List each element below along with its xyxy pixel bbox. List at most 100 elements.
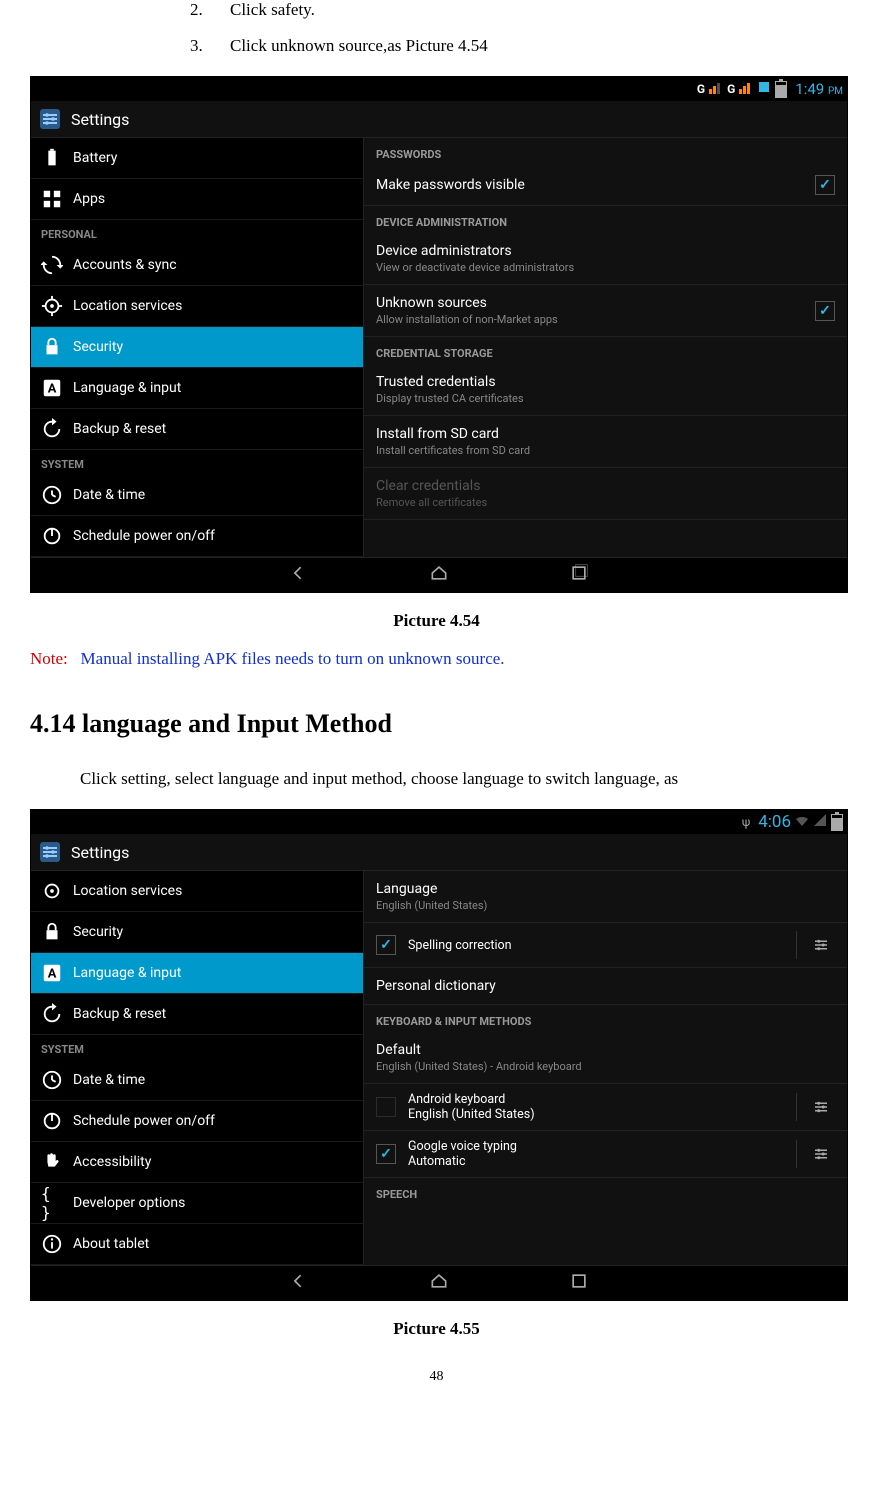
settings-icon [37, 106, 63, 132]
recent-button[interactable] [569, 1271, 589, 1295]
svg-text:A: A [48, 382, 57, 397]
row-default[interactable]: DefaultEnglish (United States) - Android… [364, 1032, 847, 1084]
sidebar-item-datetime[interactable]: Date & time [31, 475, 363, 516]
sidebar-label: Schedule power on/off [73, 528, 215, 544]
settings-content: PASSWORDS Make passwords visible DEVICE … [364, 138, 847, 557]
section-heading: 4.14 language and Input Method [30, 709, 843, 739]
sliders-icon[interactable] [796, 931, 835, 959]
a-icon: A [41, 377, 63, 399]
sidebar-item-accounts[interactable]: Accounts & sync [31, 245, 363, 286]
screenshot-security: G G 1:49 PM Settings Battery [30, 76, 848, 593]
signal-bars-icon [709, 80, 723, 98]
sidebar-item-developer[interactable]: { } Developer options [31, 1183, 363, 1224]
clock-icon [41, 1069, 63, 1091]
recent-button[interactable] [569, 563, 589, 587]
sidebar-item-backup[interactable]: Backup & reset [31, 994, 363, 1035]
svg-text:A: A [48, 967, 57, 982]
note-body: Manual installing APK files needs to tur… [81, 649, 505, 668]
back-button[interactable] [289, 1271, 309, 1295]
row-unknown-sources[interactable]: Unknown sourcesAllow installation of non… [364, 285, 847, 337]
sidebar-label: Location services [73, 883, 182, 899]
sidebar-item-security[interactable]: Security [31, 912, 363, 953]
language-paragraph: Click setting, select language and input… [80, 769, 843, 789]
settings-content: LanguageEnglish (United States) Spelling… [364, 871, 847, 1265]
sidebar-item-location[interactable]: Location services [31, 871, 363, 912]
caption-1: Picture 4.54 [30, 611, 843, 631]
app-header: Settings [31, 834, 847, 871]
row-google-voice[interactable]: Google voice typingAutomatic [364, 1131, 847, 1178]
target-icon [41, 295, 63, 317]
sidebar-item-security[interactable]: Security [31, 327, 363, 368]
sidebar-item-datetime[interactable]: Date & time [31, 1060, 363, 1101]
home-button[interactable] [429, 563, 449, 587]
sidebar-item-language[interactable]: A Language & input [31, 368, 363, 409]
note-label: Note: [30, 649, 68, 668]
backup-icon [41, 1003, 63, 1025]
settings-icon [37, 839, 63, 865]
power-icon [41, 1110, 63, 1132]
sync-icon [41, 254, 63, 276]
app-title: Settings [71, 843, 129, 862]
wifi-icon [795, 813, 809, 831]
page-number: 48 [30, 1369, 843, 1385]
sidebar-category: SYSTEM [31, 1035, 363, 1060]
category-speech: SPEECH [364, 1178, 847, 1205]
sidebar-label: Security [73, 339, 123, 355]
row-passwords-visible[interactable]: Make passwords visible [364, 165, 847, 206]
sidebar-label: Location services [73, 298, 182, 314]
checkbox-icon[interactable] [376, 1144, 396, 1164]
sliders-icon[interactable] [796, 1140, 835, 1168]
checkbox-icon[interactable] [376, 935, 396, 955]
row-personal-dict[interactable]: Personal dictionary [364, 968, 847, 1005]
sidebar-label: Backup & reset [73, 1006, 166, 1022]
row-device-admins[interactable]: Device administratorsView or deactivate … [364, 233, 847, 285]
sidebar-label: Schedule power on/off [73, 1113, 215, 1129]
sidebar-label: Apps [73, 191, 105, 207]
sliders-icon[interactable] [796, 1093, 835, 1121]
row-clear-creds: Clear credentialsRemove all certificates [364, 468, 847, 520]
sidebar-category: SYSTEM [31, 450, 363, 475]
lock-icon [41, 921, 63, 943]
lock-icon [41, 336, 63, 358]
sidebar-item-location[interactable]: Location services [31, 286, 363, 327]
sidebar-item-schedule[interactable]: Schedule power on/off [31, 1101, 363, 1142]
row-spelling[interactable]: Spelling correction [364, 923, 847, 968]
sidebar-item-battery[interactable]: Battery [31, 138, 363, 179]
screenshot-language: ψ 4:06 Settings Location services Securi… [30, 809, 848, 1301]
statusbar: ψ 4:06 [31, 810, 847, 834]
sidebar-item-language[interactable]: A Language & input [31, 953, 363, 994]
sidebar-item-schedule[interactable]: Schedule power on/off [31, 516, 363, 557]
home-button[interactable] [429, 1271, 449, 1295]
row-language[interactable]: LanguageEnglish (United States) [364, 871, 847, 923]
navbar [31, 557, 847, 592]
clock-text: 4:06 [754, 812, 791, 832]
row-trusted-creds[interactable]: Trusted credentialsDisplay trusted CA ce… [364, 364, 847, 416]
checkbox-icon[interactable] [815, 175, 835, 195]
power-icon [41, 525, 63, 547]
row-android-keyboard[interactable]: Android keyboardEnglish (United States) [364, 1084, 847, 1131]
sidebar-label: Developer options [73, 1195, 185, 1211]
sidebar-item-backup[interactable]: Backup & reset [31, 409, 363, 450]
sidebar-item-about[interactable]: About tablet [31, 1224, 363, 1265]
usb-icon: ψ [742, 815, 750, 829]
checkbox-icon[interactable] [815, 301, 835, 321]
clock-icon [41, 484, 63, 506]
signal-g-icon: G [697, 82, 705, 96]
signal-bars-icon [739, 80, 753, 98]
clock-text: 1:49 PM [791, 80, 843, 98]
row-install-sd[interactable]: Install from SD cardInstall certificates… [364, 416, 847, 468]
sidebar-category: PERSONAL [31, 220, 363, 245]
sidebar-label: Language & input [73, 380, 181, 396]
apps-icon [41, 188, 63, 210]
checkbox-icon [376, 1097, 396, 1117]
back-button[interactable] [289, 563, 309, 587]
sidebar-label: Accounts & sync [73, 257, 177, 273]
app-header: Settings [31, 101, 847, 138]
category-keyboard: KEYBOARD & INPUT METHODS [364, 1005, 847, 1032]
hand-icon [41, 1151, 63, 1173]
sidebar: Battery Apps PERSONAL Accounts & sync Lo… [31, 138, 364, 557]
sidebar-item-apps[interactable]: Apps [31, 179, 363, 220]
sidebar-item-accessibility[interactable]: Accessibility [31, 1142, 363, 1183]
signal-g-icon: G [727, 82, 735, 96]
battery-icon [775, 81, 787, 98]
